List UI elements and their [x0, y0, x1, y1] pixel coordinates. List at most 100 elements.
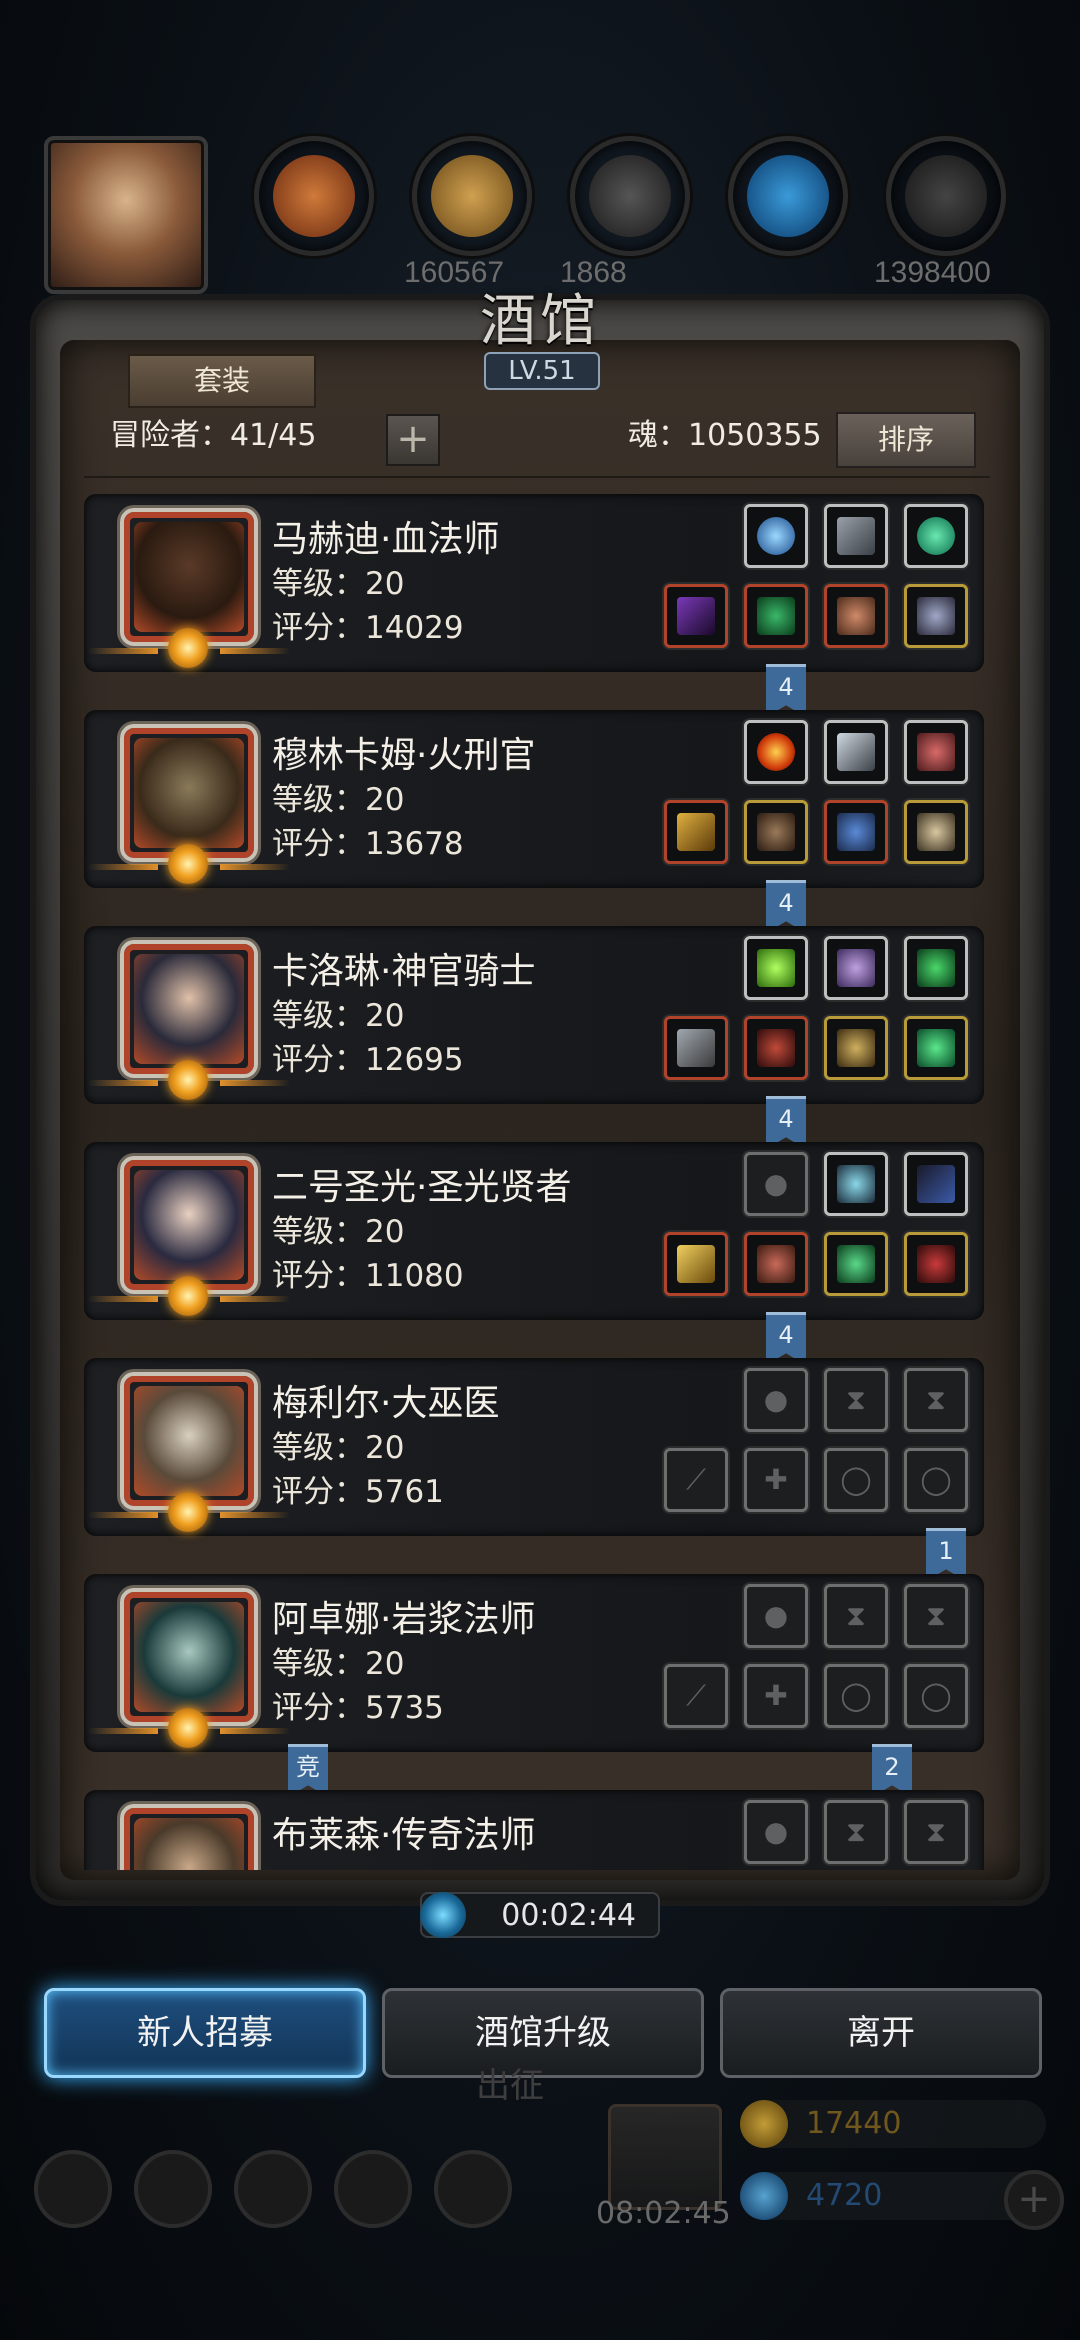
sort-button[interactable]: 排序 [836, 412, 976, 468]
player-avatar[interactable] [44, 136, 208, 294]
hero-score: 评分：14029 [272, 610, 464, 646]
leave-button[interactable]: 离开 [720, 1988, 1042, 2078]
empty-drop-slot-icon[interactable]: ● [744, 1800, 808, 1864]
gem-icon [740, 2172, 788, 2220]
hero-name: 卡洛琳·神官骑士 [272, 951, 536, 992]
empty-drop-slot-icon[interactable]: ● [744, 1584, 808, 1648]
ruby-ring-item-icon[interactable] [904, 1232, 968, 1296]
hero-name: 穆林卡姆·火刑官 [272, 735, 536, 776]
hero-portrait [88, 940, 290, 1100]
hero-name: 马赫迪·血法师 [272, 519, 500, 560]
gem-value: 4720 [806, 2178, 883, 2213]
hero-list[interactable]: 马赫迪·血法师 等级：20 评分：14029 4 穆林卡姆·火刑官 等级：20 … [84, 494, 996, 1870]
hero-row[interactable]: 卡洛琳·神官骑士 等级：20 评分：12695 [84, 926, 984, 1104]
emerald-item-icon[interactable] [904, 1016, 968, 1080]
empty-ring-slot-icon[interactable]: ◯ [904, 1448, 968, 1512]
ring-item-icon[interactable] [904, 800, 968, 864]
bracer-item-icon[interactable] [824, 584, 888, 648]
recruit-button[interactable]: 新人招募 [44, 1988, 366, 2078]
resource-stone-icon [886, 136, 1006, 256]
rank-gem-icon [168, 1492, 208, 1532]
clock-icon [420, 1892, 466, 1938]
hero-portrait [120, 1804, 258, 1870]
jade-item-icon[interactable] [904, 504, 968, 568]
resource-iron-icon [570, 136, 690, 256]
amulet-item-icon[interactable] [904, 584, 968, 648]
empty-ring-slot-icon[interactable]: ◯ [824, 1664, 888, 1728]
rank-gem-icon [168, 844, 208, 884]
scroll-item-icon[interactable] [904, 720, 968, 784]
add-capacity-button[interactable]: + [386, 414, 440, 466]
resource-lumber-icon [412, 136, 532, 256]
amethyst-item-icon[interactable] [824, 936, 888, 1000]
resource-crystal-icon [728, 136, 848, 256]
hero-portrait [88, 724, 290, 884]
gold-coin-icon [740, 2100, 788, 2148]
rune-item-icon[interactable] [904, 936, 968, 1000]
hero-row[interactable]: 阿卓娜·岩浆法师 等级：20 评分：5735 ● ⧗ ⧗ ⟋ ✚ ◯ ◯ [84, 1574, 984, 1752]
hero-row[interactable]: 布莱森·传奇法师 ● ⧗ ⧗ [84, 1790, 984, 1870]
hero-name: 梅利尔·大巫医 [272, 1383, 500, 1424]
fire-item-icon[interactable] [744, 720, 808, 784]
hero-level: 等级：20 [272, 1214, 405, 1250]
chainmail-item-icon[interactable] [744, 800, 808, 864]
hero-name: 布莱森·传奇法师 [272, 1815, 536, 1856]
hero-level: 等级：20 [272, 566, 405, 602]
armor-item-icon[interactable] [744, 584, 808, 648]
empty-drop-slot-icon[interactable]: ● [744, 1368, 808, 1432]
settings-icon[interactable] [34, 2150, 112, 2228]
hero-row[interactable]: 梅利尔·大巫医 等级：20 评分：5761 ● ⧗ ⧗ ⟋ ✚ ◯ ◯ [84, 1358, 984, 1536]
hero-score: 评分：11080 [272, 1258, 464, 1294]
golden-hammer-item-icon[interactable] [664, 1232, 728, 1296]
robe-item-icon[interactable] [744, 1232, 808, 1296]
hero-level: 等级：20 [272, 998, 405, 1034]
hero-menu-icon[interactable] [134, 2150, 212, 2228]
rank-gem-icon [168, 1276, 208, 1316]
bangle-item-icon[interactable] [824, 1232, 888, 1296]
set-equipment-button[interactable]: 套装 [128, 354, 316, 408]
rank-gem-icon [168, 1708, 208, 1748]
resource-stone-value: 1398400 [874, 256, 991, 289]
empty-ring-slot-icon[interactable]: ◯ [904, 1664, 968, 1728]
dagger-item-icon[interactable] [824, 720, 888, 784]
hero-score: 评分：13678 [272, 826, 464, 862]
staff-item-icon[interactable] [664, 584, 728, 648]
empty-armor-slot-icon[interactable]: ✚ [744, 1664, 808, 1728]
shield-item-icon[interactable] [824, 1016, 888, 1080]
empty-hourglass-slot-icon[interactable]: ⧗ [824, 1584, 888, 1648]
hero-row[interactable]: 穆林卡姆·火刑官 等级：20 评分：13678 [84, 710, 984, 888]
hammer-item-icon[interactable] [664, 1016, 728, 1080]
tome-item-icon[interactable] [824, 504, 888, 568]
empty-hourglass-slot-icon[interactable]: ⧗ [904, 1584, 968, 1648]
map-menu-icon[interactable] [234, 2150, 312, 2228]
hero-row[interactable]: 二号圣光·圣光贤者 等级：20 评分：11080 ● [84, 1142, 984, 1320]
axe-item-icon[interactable] [664, 800, 728, 864]
empty-ring-slot-icon[interactable]: ◯ [824, 1448, 888, 1512]
hero-portrait [88, 1372, 290, 1532]
empty-hourglass-slot-icon[interactable]: ⧗ [904, 1368, 968, 1432]
empty-hourglass-slot-icon[interactable]: ⧗ [904, 1800, 968, 1864]
hero-level: 等级：20 [272, 1430, 405, 1466]
empty-drop-slot-icon[interactable]: ● [744, 1152, 808, 1216]
wand-item-icon[interactable] [904, 1152, 968, 1216]
hero-row[interactable]: 马赫迪·血法师 等级：20 评分：14029 [84, 494, 984, 672]
necklace-item-icon[interactable] [824, 1152, 888, 1216]
empty-weapon-slot-icon[interactable]: ⟋ [664, 1448, 728, 1512]
gift-chest-icon[interactable] [608, 2104, 722, 2210]
empty-weapon-slot-icon[interactable]: ⟋ [664, 1664, 728, 1728]
mail-icon[interactable] [334, 2150, 412, 2228]
empty-hourglass-slot-icon[interactable]: ⧗ [824, 1800, 888, 1864]
orb-item-icon[interactable] [744, 504, 808, 568]
chest-timer: 08:02:45 [596, 2196, 731, 2231]
gauntlet-item-icon[interactable] [824, 800, 888, 864]
build-menu-icon[interactable] [434, 2150, 512, 2228]
empty-hourglass-slot-icon[interactable]: ⧗ [824, 1368, 888, 1432]
hero-score: 评分：5735 [272, 1690, 444, 1726]
hero-level: 等级：20 [272, 782, 405, 818]
page-title: 酒馆 [480, 289, 600, 354]
hero-score: 评分：5761 [272, 1474, 444, 1510]
add-currency-icon[interactable]: + [1004, 2170, 1064, 2230]
empty-armor-slot-icon[interactable]: ✚ [744, 1448, 808, 1512]
green-crystal-item-icon[interactable] [744, 936, 808, 1000]
cloak-item-icon[interactable] [744, 1016, 808, 1080]
